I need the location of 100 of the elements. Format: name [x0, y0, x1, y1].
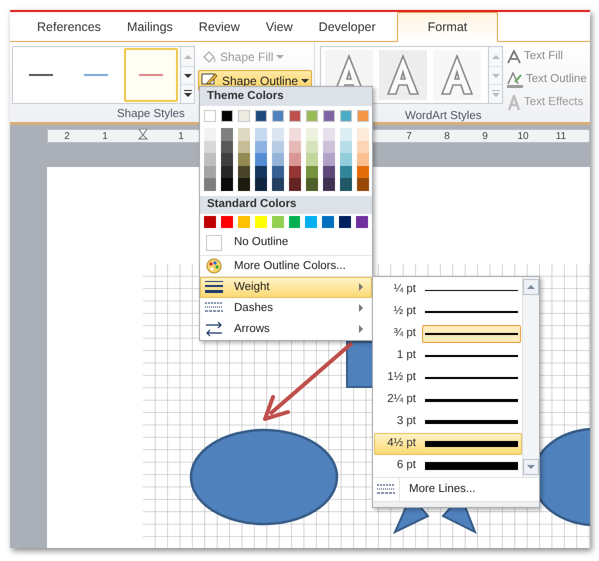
- color-swatch[interactable]: [272, 140, 284, 154]
- group-label: Shape Styles: [117, 107, 185, 122]
- color-swatch[interactable]: [288, 216, 300, 228]
- color-swatch[interactable]: [339, 216, 352, 228]
- ruler-number: 1: [101, 130, 109, 144]
- color-swatch[interactable]: [306, 178, 318, 191]
- color-swatch[interactable]: [255, 110, 267, 122]
- color-swatch[interactable]: [221, 110, 233, 122]
- wordart-letter-icon[interactable]: [433, 50, 481, 100]
- menu-item[interactable]: Arrows: [200, 318, 372, 340]
- color-swatch[interactable]: [306, 128, 318, 141]
- color-swatch[interactable]: [255, 140, 267, 154]
- line-style-swatch[interactable]: [124, 48, 178, 102]
- color-swatch[interactable]: [221, 153, 233, 166]
- menu-item[interactable]: Dashes: [200, 298, 372, 319]
- color-swatch[interactable]: [204, 110, 216, 122]
- color-swatch[interactable]: [272, 110, 284, 122]
- weight-option[interactable]: 3 pt: [374, 411, 522, 433]
- color-swatch[interactable]: [289, 153, 301, 166]
- weight-option[interactable]: ½ pt: [374, 301, 522, 323]
- color-swatch[interactable]: [289, 140, 301, 154]
- color-swatch[interactable]: [220, 216, 233, 228]
- color-swatch[interactable]: [272, 216, 284, 228]
- color-swatch[interactable]: [323, 110, 335, 122]
- color-swatch[interactable]: [238, 178, 250, 191]
- color-swatch[interactable]: [306, 166, 318, 178]
- menu-item[interactable]: No Outline: [200, 230, 372, 256]
- weight-option[interactable]: 6 pt: [374, 455, 522, 477]
- color-swatch[interactable]: [340, 140, 352, 154]
- color-swatch[interactable]: [323, 166, 335, 178]
- color-swatch[interactable]: [289, 128, 301, 141]
- color-swatch[interactable]: [255, 128, 267, 141]
- color-swatch[interactable]: [323, 153, 335, 166]
- color-swatch[interactable]: [357, 140, 369, 154]
- expand-gallery-icon[interactable]: [184, 90, 192, 98]
- color-swatch[interactable]: [322, 216, 334, 228]
- color-swatch[interactable]: [255, 178, 267, 191]
- color-swatch[interactable]: [272, 178, 284, 191]
- weight-option[interactable]: 4½ pt: [374, 433, 522, 455]
- color-swatch[interactable]: [323, 140, 335, 154]
- letter-fill-icon: [507, 50, 521, 64]
- color-swatch[interactable]: [272, 128, 284, 141]
- color-swatch[interactable]: [357, 128, 369, 141]
- color-swatch[interactable]: [340, 110, 352, 122]
- color-swatch[interactable]: [255, 153, 267, 166]
- color-swatch[interactable]: [221, 166, 233, 178]
- color-swatch[interactable]: [289, 178, 301, 191]
- color-swatch[interactable]: [357, 110, 369, 122]
- color-swatch[interactable]: [323, 128, 335, 141]
- color-swatch[interactable]: [238, 216, 250, 228]
- ribbon-tab[interactable]: References: [24, 13, 114, 41]
- color-swatch[interactable]: [221, 128, 233, 141]
- scroll-up-button[interactable]: [523, 279, 539, 295]
- color-swatch[interactable]: [340, 178, 352, 191]
- color-swatch[interactable]: [340, 128, 352, 141]
- color-swatch[interactable]: [238, 166, 250, 178]
- color-swatch[interactable]: [238, 140, 250, 154]
- ruler-number: 7: [405, 130, 413, 144]
- weight-option[interactable]: 1 pt: [374, 345, 522, 367]
- color-swatch[interactable]: [255, 166, 267, 178]
- color-swatch[interactable]: [204, 216, 216, 228]
- weight-option[interactable]: 2¼ pt: [374, 389, 522, 411]
- color-swatch[interactable]: [204, 166, 216, 178]
- color-swatch[interactable]: [340, 153, 352, 166]
- ribbon-tab[interactable]: Mailings: [114, 13, 186, 41]
- color-swatch[interactable]: [221, 140, 233, 154]
- ribbon-tab[interactable]: Format: [396, 12, 498, 42]
- color-swatch[interactable]: [204, 140, 216, 154]
- color-swatch[interactable]: [289, 110, 301, 122]
- ribbon-tab[interactable]: View: [252, 13, 306, 41]
- weight-option[interactable]: 1½ pt: [374, 367, 522, 389]
- color-swatch[interactable]: [306, 140, 318, 154]
- color-swatch[interactable]: [238, 110, 250, 122]
- resize-grip[interactable]: [373, 501, 539, 507]
- ribbon-tab[interactable]: Review: [186, 13, 253, 41]
- color-swatch[interactable]: [357, 153, 369, 166]
- color-swatch[interactable]: [340, 166, 352, 178]
- color-swatch[interactable]: [305, 216, 318, 228]
- color-swatch[interactable]: [357, 166, 369, 178]
- color-swatch[interactable]: [221, 178, 233, 191]
- scroll-up-icon: [527, 284, 535, 290]
- color-swatch[interactable]: [204, 178, 216, 191]
- menu-item[interactable]: Weight: [200, 276, 372, 298]
- color-swatch[interactable]: [238, 128, 250, 141]
- color-swatch[interactable]: [357, 178, 369, 191]
- color-swatch[interactable]: [272, 166, 284, 178]
- color-swatch[interactable]: [254, 216, 267, 228]
- color-swatch[interactable]: [238, 153, 250, 166]
- color-swatch[interactable]: [289, 166, 301, 178]
- color-swatch[interactable]: [306, 153, 318, 166]
- weight-option[interactable]: ¼ pt: [374, 279, 522, 301]
- color-swatch[interactable]: [272, 153, 284, 166]
- color-swatch[interactable]: [306, 110, 318, 122]
- color-swatch[interactable]: [356, 216, 368, 228]
- color-swatch[interactable]: [204, 153, 216, 166]
- wordart-letter-icon[interactable]: [379, 50, 427, 100]
- color-swatch[interactable]: [323, 178, 335, 191]
- ribbon-tab[interactable]: Developer: [306, 13, 389, 41]
- color-swatch[interactable]: [204, 128, 216, 141]
- scroll-down-button[interactable]: [523, 459, 539, 475]
